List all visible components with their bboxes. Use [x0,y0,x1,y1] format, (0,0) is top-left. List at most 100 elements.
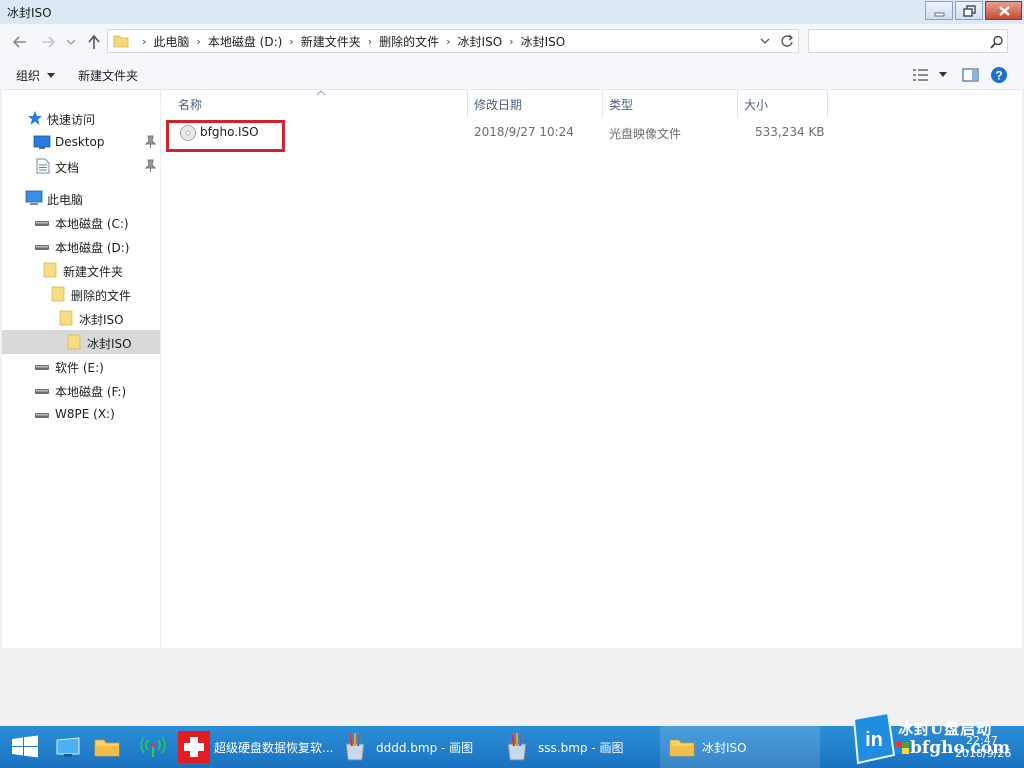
nav-item-drive-f[interactable]: 本地磁盘 (F:) [2,378,160,402]
breadcrumb-item[interactable]: 此电脑 [150,33,192,50]
view-options-icon[interactable] [912,67,930,83]
nav-item-folder-iso[interactable]: 冰封ISO [2,306,160,330]
computer-icon [25,190,43,205]
chevron-down-icon [66,39,76,45]
nav-item-documents[interactable]: 文档 [2,154,160,178]
breadcrumb-item[interactable]: 冰封ISO [518,33,569,50]
close-icon [999,6,1010,16]
nav-item-quick-access[interactable]: 快速访问 [2,106,160,130]
arrow-right-icon [42,36,56,48]
nav-label: 冰封ISO [87,337,132,351]
taskbar-item-label: dddd.bmp - 画图 [376,741,474,755]
taskbar: 超级硬盘数据恢复软... dddd.bmp - 画图 sss.bmp - 画图 … [0,713,1024,768]
search-input[interactable] [808,29,1008,53]
column-header-size[interactable]: 大小 [744,96,768,120]
taskbar-item-label: sss.bmp - 画图 [538,741,624,755]
preview-pane-icon[interactable] [962,67,980,83]
organize-button[interactable]: 组织 [16,67,40,84]
column-header-type[interactable]: 类型 [609,96,633,120]
paint-icon [507,733,527,761]
nav-item-drive-x[interactable]: W8PE (X:) [2,402,160,426]
pin-icon[interactable] [144,159,156,173]
breadcrumb-item[interactable]: 冰封ISO [455,33,506,50]
breadcrumb-chevron-icon[interactable]: › [364,35,376,48]
nav-item-folder-iso-selected[interactable]: 冰封ISO [2,330,160,354]
taskbar-item-explorer-active[interactable]: 冰封ISO [660,726,820,768]
taskbar-item-label: 超级硬盘数据恢复软... [214,741,334,755]
taskbar-explorer-button[interactable] [88,726,126,768]
help-icon[interactable]: ? [990,66,1008,84]
forward-button[interactable] [38,32,58,52]
nav-label: Desktop [55,135,105,149]
address-bar[interactable]: › 此电脑 › 本地磁盘 (D:) › 新建文件夹 › 删除的文件 › 冰封IS… [107,29,799,53]
taskbar-item-paint-sss[interactable]: sss.bmp - 画图 [500,726,650,768]
taskbar-network-button[interactable] [134,726,172,768]
restore-icon [963,5,976,17]
column-header-name[interactable]: 名称 [178,96,202,120]
back-button[interactable] [10,32,30,52]
file-list: 名称 修改日期 类型 大小 bfgho.ISO 2018/9/27 10:24 … [161,90,1022,648]
up-button[interactable] [84,32,104,52]
breadcrumb-item[interactable]: 删除的文件 [376,33,442,50]
minimize-icon [934,12,945,17]
file-date: 2018/9/27 10:24 [474,125,574,139]
title-bar[interactable]: 冰封ISO [0,0,1024,24]
arrow-left-icon [12,36,26,48]
breadcrumb-item[interactable]: 本地磁盘 (D:) [205,33,285,50]
network-icon [140,736,166,757]
pin-icon[interactable] [144,135,156,149]
nav-item-drive-c[interactable]: 本地磁盘 (C:) [2,210,160,234]
folder-icon [67,334,81,350]
breadcrumb-chevron-icon[interactable]: › [505,35,517,48]
new-folder-button[interactable]: 新建文件夹 [78,67,138,84]
window-title: 冰封ISO [7,6,52,20]
breadcrumb-chevron-icon[interactable]: › [138,35,150,48]
folder-icon [113,35,129,48]
nav-item-this-pc[interactable]: 此电脑 [2,186,160,210]
color-swatch-icon [895,742,909,754]
folder-icon [94,739,120,757]
nav-item-folder-deleted[interactable]: 删除的文件 [2,282,160,306]
organize-dropdown-icon[interactable] [46,72,56,80]
minimize-button[interactable] [925,1,953,20]
view-dropdown-icon[interactable] [938,71,948,79]
star-icon [28,111,42,125]
drive-icon [35,389,49,394]
folder-icon [51,286,65,302]
address-dropdown-icon[interactable] [759,35,771,47]
nav-label: 新建文件夹 [63,265,124,279]
drive-icon [35,365,49,370]
column-divider[interactable] [467,90,468,118]
taskbar-desktop-button[interactable] [50,726,86,768]
highlight-annotation [166,120,285,152]
tray-date[interactable]: 2018/9/26 [955,747,1011,760]
breadcrumb-chevron-icon[interactable]: › [442,35,454,48]
nav-label: 本地磁盘 (C:) [55,217,129,231]
tray-time[interactable]: 22:47 [966,734,998,747]
refresh-icon[interactable] [779,33,795,49]
svg-text:?: ? [995,69,1002,83]
nav-item-desktop[interactable]: Desktop [2,130,160,154]
column-divider[interactable] [827,90,828,118]
column-divider[interactable] [602,90,603,118]
document-icon [36,158,50,174]
sort-ascending-icon [316,90,326,96]
close-button[interactable] [985,1,1022,20]
nav-item-folder-new[interactable]: 新建文件夹 [2,258,160,282]
column-header-date[interactable]: 修改日期 [474,96,522,120]
restore-button[interactable] [955,1,983,20]
column-divider[interactable] [737,90,738,118]
taskbar-item-paint-dddd[interactable]: dddd.bmp - 画图 [338,726,488,768]
nav-item-drive-e[interactable]: 软件 (E:) [2,354,160,378]
breadcrumb-chevron-icon[interactable]: › [192,35,204,48]
desktop-icon [56,737,80,757]
nav-item-drive-d[interactable]: 本地磁盘 (D:) [2,234,160,258]
drive-icon [35,221,49,226]
breadcrumb-item[interactable]: 新建文件夹 [298,33,364,50]
breadcrumb-chevron-icon[interactable]: › [285,35,297,48]
paint-icon [345,733,365,761]
start-button[interactable] [0,726,50,768]
navigation-pane: 快速访问 Desktop 文档 此电脑 本地磁盘 (C:) 本地磁盘 (D:) … [2,90,161,648]
recent-locations-button[interactable] [64,32,78,52]
taskbar-item-recovery[interactable]: 超级硬盘数据恢复软... [174,726,334,768]
